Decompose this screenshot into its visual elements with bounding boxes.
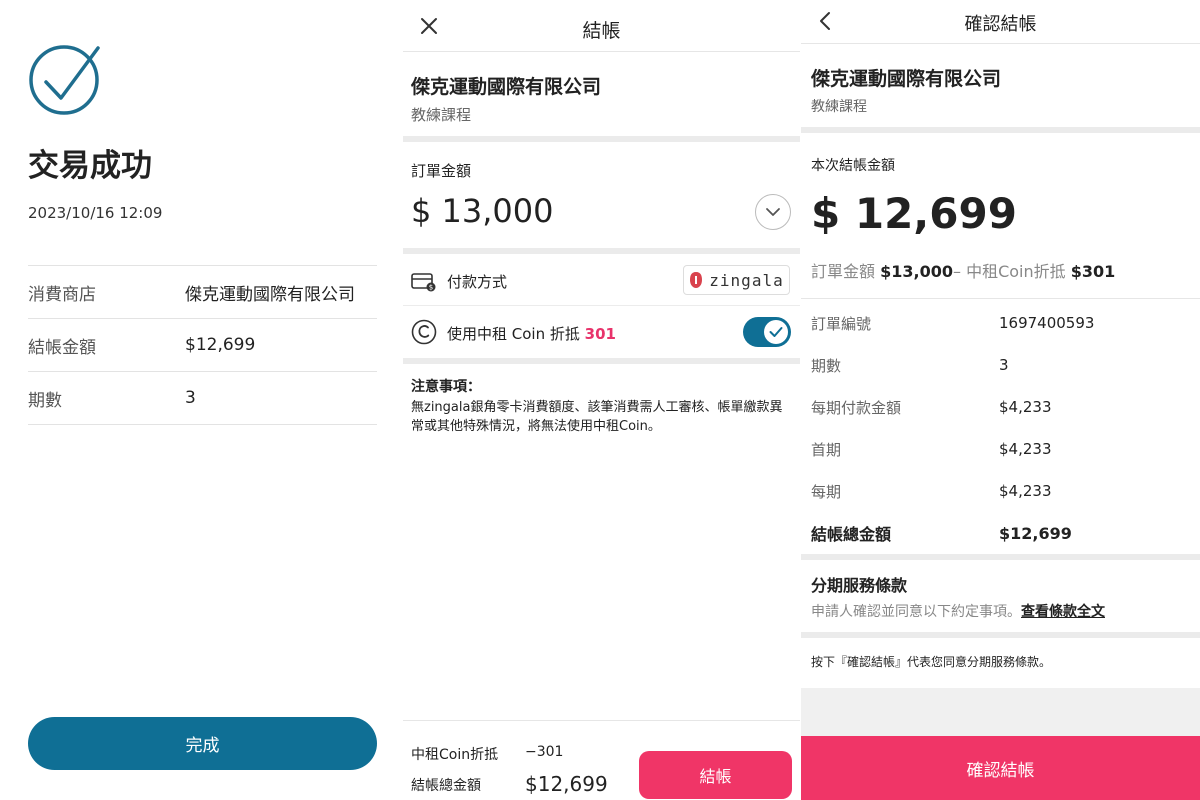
page-title: 結帳 [582, 20, 621, 42]
total-label: 結帳總金額 [811, 525, 892, 544]
row-label: 期數 [28, 390, 62, 411]
checkout-button[interactable]: 結帳 [639, 751, 792, 799]
page-title: 交易成功 [28, 148, 152, 184]
order-details: 訂單編號 1697400593 期數 3 每期付款金額 $4,233 首期 $4… [811, 302, 1196, 554]
item-name: 教練課程 [411, 106, 472, 124]
agreement-text: 按下『確認結帳』代表您同意分期服務條款。 [811, 655, 1052, 669]
checkout-screen: 結帳 傑克運動國際有限公司 教練課程 訂單金額 $ 13,000 $ 付款方式 … [403, 0, 800, 800]
zingala-mark-icon [690, 272, 703, 288]
summary-row-installments: 期數 3 [28, 372, 377, 425]
coin-icon [411, 319, 437, 345]
total-label: 結帳總金額 [411, 778, 481, 794]
section-divider [801, 554, 1200, 560]
merchant-name: 傑克運動國際有限公司 [411, 76, 602, 98]
chevron-down-icon [766, 208, 780, 216]
row-value: $12,699 [185, 335, 256, 355]
row-label: 訂單編號 [811, 314, 872, 333]
card-icon: $ [411, 273, 436, 292]
notice-text: 無zingala銀角零卡消費額度、該筆消費需人工審核、帳單繳款異常或其他特殊情況… [411, 400, 783, 434]
coin-discount-row: 使用中租 Coin 折抵 301 [403, 306, 800, 358]
zingala-logo: zingala [683, 265, 790, 295]
order-amount-label: 訂單金額 [811, 262, 876, 281]
row-value: 1697400593 [999, 314, 1095, 332]
section-divider [403, 358, 800, 364]
done-button[interactable]: 完成 [28, 717, 377, 770]
row-value: 3 [185, 388, 196, 408]
terms-title: 分期服務條款 [811, 576, 908, 595]
amount-label: 本次結帳金額 [811, 158, 895, 174]
success-screen: 交易成功 2023/10/16 12:09 消費商店 傑克運動國際有限公司 結帳… [0, 0, 400, 800]
summary-row-amount: 結帳金額 $12,699 [28, 319, 377, 372]
section-divider [403, 248, 800, 254]
coin-label-wrap: 使用中租 Coin 折抵 301 [447, 323, 616, 344]
terms-text: 申請人確認並同意以下約定事項。 [811, 604, 1021, 620]
row-value: $4,233 [999, 398, 1052, 416]
merchant-name: 傑克運動國際有限公司 [811, 68, 1002, 90]
confirm-header: 確認結帳 [801, 0, 1200, 44]
payment-method-row[interactable]: $ 付款方式 zingala [403, 256, 800, 306]
detail-row-first: 首期 $4,233 [811, 428, 1196, 470]
check-icon [769, 327, 783, 337]
expand-amount-button[interactable] [755, 194, 791, 230]
total-value: $12,699 [525, 772, 608, 796]
minus-sign: – [952, 262, 961, 281]
detail-row-order-id: 訂單編號 1697400593 [811, 302, 1196, 344]
row-value: $4,233 [999, 440, 1052, 458]
view-terms-link[interactable]: 查看條款全文 [1021, 604, 1105, 620]
row-value: 3 [999, 356, 1009, 374]
order-amount-value: $13,000 [880, 262, 953, 281]
row-label: 首期 [811, 440, 842, 459]
coin-label: 使用中租 Coin 折抵 [447, 325, 580, 343]
section-divider [403, 136, 800, 142]
item-name: 教練課程 [811, 99, 867, 115]
confirm-checkout-button[interactable]: 確認結帳 [801, 736, 1200, 800]
footer-spacer [801, 688, 1200, 736]
toggle-knob [764, 320, 788, 344]
detail-row-installments: 期數 3 [811, 344, 1196, 386]
coin-discount-value: −301 [525, 744, 564, 760]
transaction-datetime: 2023/10/16 12:09 [28, 204, 163, 222]
row-label: 每期 [811, 482, 842, 501]
payment-method-label: 付款方式 [447, 273, 508, 291]
coin-toggle[interactable] [743, 317, 791, 347]
coin-discount-label: 中租Coin折抵 [966, 262, 1066, 281]
row-label: 每期付款金額 [811, 398, 902, 417]
check-circle-icon [29, 45, 100, 115]
summary-row-merchant: 消費商店 傑克運動國際有限公司 [28, 266, 377, 319]
checkout-footer: 中租Coin折抵 −301 結帳總金額 $12,699 結帳 [403, 720, 800, 800]
coin-discount-label: 中租Coin折抵 [411, 747, 499, 763]
confirm-screen: 確認結帳 傑克運動國際有限公司 教練課程 本次結帳金額 $ 12,699 訂單金… [801, 0, 1200, 800]
order-amount-label: 訂單金額 [411, 162, 472, 180]
detail-row-each: 每期 $4,233 [811, 470, 1196, 512]
section-divider [801, 632, 1200, 638]
checkout-amount: $ 12,699 [811, 189, 1017, 238]
divider [801, 298, 1200, 299]
coin-points: 301 [584, 325, 616, 343]
row-label: 期數 [811, 356, 842, 375]
notice-title: 注意事項： [411, 379, 481, 395]
section-divider [801, 127, 1200, 133]
coin-discount-value: $301 [1070, 262, 1116, 281]
checkout-header: 結帳 [403, 0, 800, 52]
amount-breakdown: 訂單金額 $13,000– 中租Coin折抵 $301 [811, 258, 1115, 282]
transaction-summary: 消費商店 傑克運動國際有限公司 結帳金額 $12,699 期數 3 [28, 265, 377, 425]
order-amount: $ 13,000 [411, 192, 554, 230]
detail-row-total: 結帳總金額 $12,699 [811, 512, 1196, 554]
row-label: 消費商店 [28, 284, 96, 305]
page-title: 確認結帳 [964, 14, 1037, 35]
terms-text-wrap: 申請人確認並同意以下約定事項。查看條款全文 [811, 601, 1105, 621]
svg-text:$: $ [429, 284, 433, 292]
total-value: $12,699 [999, 523, 1072, 543]
detail-row-per-installment: 每期付款金額 $4,233 [811, 386, 1196, 428]
row-value: 傑克運動國際有限公司 [185, 284, 355, 305]
payment-provider-name: zingala [709, 270, 784, 290]
row-label: 結帳金額 [28, 337, 96, 358]
row-value: $4,233 [999, 482, 1052, 500]
